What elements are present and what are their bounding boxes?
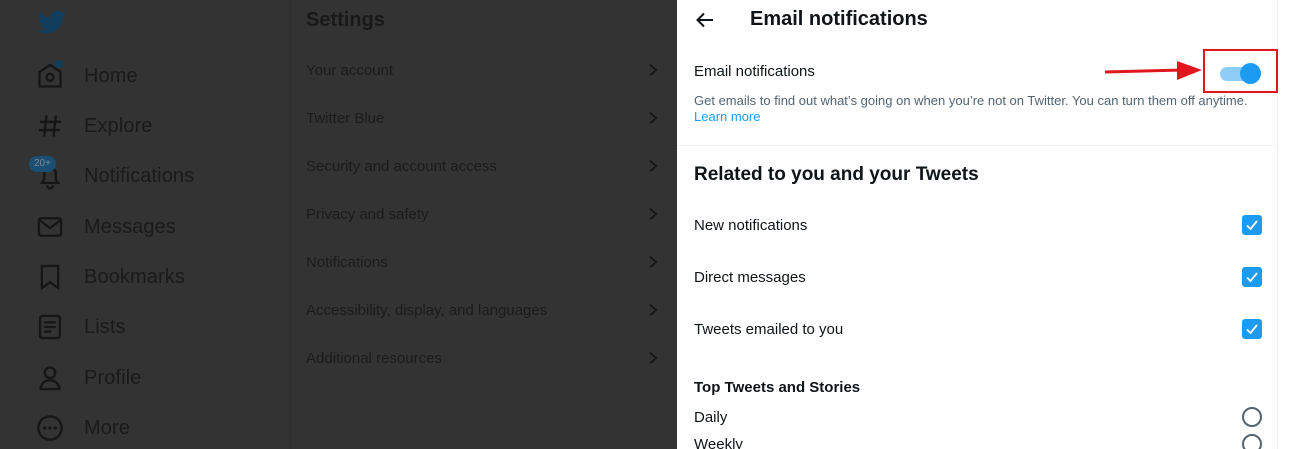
twitter-logo-icon[interactable] bbox=[36, 8, 68, 36]
left-navigation: Home Explore 20+ Notifications Messages … bbox=[0, 0, 290, 449]
checkbox-new-notifications[interactable] bbox=[1242, 215, 1262, 235]
nav-label-home: Home bbox=[84, 64, 138, 87]
settings-item-label: Twitter Blue bbox=[306, 109, 385, 127]
learn-more-link[interactable]: Learn more bbox=[694, 109, 760, 124]
settings-item-label: Security and account access bbox=[306, 157, 497, 175]
more-circle-icon bbox=[36, 414, 64, 442]
nav-label-more: More bbox=[84, 416, 130, 439]
nav-label-messages: Messages bbox=[84, 215, 176, 238]
radio-row-daily[interactable]: Daily bbox=[677, 404, 1278, 430]
right-margin bbox=[1278, 0, 1293, 449]
nav-item-messages[interactable]: Messages bbox=[36, 207, 176, 247]
settings-item-notifications[interactable]: Notifications bbox=[291, 238, 678, 286]
hashtag-icon bbox=[36, 112, 64, 140]
settings-item-additional-resources[interactable]: Additional resources bbox=[291, 334, 678, 382]
nav-label-bookmarks: Bookmarks bbox=[84, 265, 185, 288]
chevron-right-icon bbox=[649, 63, 658, 77]
list-icon bbox=[36, 313, 64, 341]
nav-label-notifications: Notifications bbox=[84, 164, 195, 187]
section-title-related: Related to you and your Tweets bbox=[694, 164, 979, 185]
checkbox-label: New notifications bbox=[694, 216, 808, 234]
settings-item-label: Notifications bbox=[306, 253, 388, 271]
notifications-badge: 20+ bbox=[29, 156, 56, 172]
settings-item-label: Additional resources bbox=[306, 349, 442, 367]
email-notifications-panel: Email notifications Email notifications … bbox=[677, 0, 1278, 449]
nav-label-explore: Explore bbox=[84, 114, 153, 137]
settings-item-label: Accessibility, display, and languages bbox=[306, 301, 548, 319]
settings-column: Settings Your account Twitter Blue Secur… bbox=[290, 0, 677, 449]
nav-label-lists: Lists bbox=[84, 315, 126, 338]
checkmark-icon bbox=[1246, 324, 1258, 335]
chevron-right-icon bbox=[649, 159, 658, 173]
nav-item-lists[interactable]: Lists bbox=[36, 307, 126, 347]
nav-label-profile: Profile bbox=[84, 366, 142, 389]
checkbox-row-tweets-emailed[interactable]: Tweets emailed to you bbox=[677, 309, 1278, 349]
envelope-icon bbox=[36, 213, 64, 241]
radio-weekly[interactable] bbox=[1242, 434, 1262, 449]
checkmark-icon bbox=[1246, 220, 1258, 231]
nav-item-notifications[interactable]: 20+ Notifications bbox=[29, 156, 195, 196]
radio-label: Weekly bbox=[694, 435, 743, 449]
chevron-right-icon bbox=[649, 255, 658, 269]
nav-item-more[interactable]: More bbox=[36, 408, 130, 448]
bookmark-icon bbox=[36, 263, 64, 291]
settings-item-label: Privacy and safety bbox=[306, 205, 429, 223]
checkbox-row-new-notifications[interactable]: New notifications bbox=[677, 205, 1278, 245]
settings-item-twitter-blue[interactable]: Twitter Blue bbox=[291, 94, 678, 142]
checkbox-row-direct-messages[interactable]: Direct messages bbox=[677, 257, 1278, 297]
settings-item-accessibility[interactable]: Accessibility, display, and languages bbox=[291, 286, 678, 334]
settings-item-your-account[interactable]: Your account bbox=[291, 46, 678, 94]
panel-title: Email notifications bbox=[750, 8, 928, 30]
description-text: Get emails to find out what’s going on w… bbox=[694, 93, 1248, 108]
section-divider bbox=[677, 145, 1278, 146]
settings-title: Settings bbox=[306, 9, 385, 31]
email-notifications-label: Email notifications bbox=[694, 63, 815, 80]
back-arrow-icon[interactable] bbox=[694, 9, 716, 31]
settings-item-privacy[interactable]: Privacy and safety bbox=[291, 190, 678, 238]
home-unread-dot bbox=[55, 60, 63, 68]
radio-daily[interactable] bbox=[1242, 407, 1262, 427]
nav-item-explore[interactable]: Explore bbox=[36, 106, 153, 146]
nav-item-home[interactable]: Home bbox=[36, 56, 138, 96]
settings-item-security[interactable]: Security and account access bbox=[291, 142, 678, 190]
checkbox-direct-messages[interactable] bbox=[1242, 267, 1262, 287]
nav-item-profile[interactable]: Profile bbox=[36, 358, 141, 398]
chevron-right-icon bbox=[649, 351, 658, 365]
checkbox-tweets-emailed[interactable] bbox=[1242, 319, 1262, 339]
red-annotation-arrow-icon bbox=[1104, 61, 1202, 80]
chevron-right-icon bbox=[649, 303, 658, 317]
settings-item-label: Your account bbox=[306, 61, 394, 79]
radio-row-weekly[interactable]: Weekly bbox=[677, 431, 1278, 449]
nav-item-bookmarks[interactable]: Bookmarks bbox=[36, 257, 185, 297]
checkbox-label: Tweets emailed to you bbox=[694, 320, 844, 338]
chevron-right-icon bbox=[649, 207, 658, 221]
email-notifications-description: Get emails to find out what’s going on w… bbox=[694, 93, 1264, 125]
checkbox-label: Direct messages bbox=[694, 268, 806, 286]
highlight-box bbox=[1203, 49, 1278, 93]
checkmark-icon bbox=[1246, 272, 1258, 283]
radio-label: Daily bbox=[694, 408, 728, 426]
bell-icon: 20+ bbox=[29, 156, 64, 190]
chevron-right-icon bbox=[649, 111, 658, 125]
top-tweets-title: Top Tweets and Stories bbox=[694, 379, 861, 396]
home-icon bbox=[36, 60, 64, 90]
person-icon bbox=[36, 364, 64, 392]
